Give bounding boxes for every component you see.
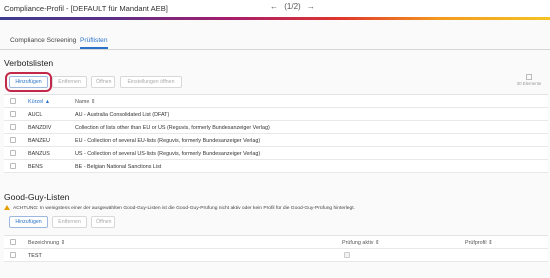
row-code: BENS [28, 164, 43, 170]
settings-button[interactable]: Einstellungen öffnen [120, 76, 182, 88]
sort-icon: ⇕ [374, 240, 380, 246]
pager-label: (1/2) [284, 2, 301, 11]
row-checkbox[interactable] [10, 124, 16, 130]
arrow-right-icon[interactable]: → [307, 2, 315, 11]
verbotslisten-table: Kürzel ▲ Name ⇕ AUCL AU - Australia Cons… [4, 94, 548, 173]
table-row[interactable]: BANZUS US - Collection of several US-lis… [4, 147, 548, 160]
window-title: Compliance-Profil - [DEFAULT für Mandant… [4, 4, 168, 13]
table-row[interactable]: TEST [4, 249, 548, 262]
goodguy-remove-button[interactable]: Entfernen [52, 216, 87, 228]
table-row[interactable]: AUCL AU - Australia Consolidated List (D… [4, 108, 548, 121]
table-row[interactable]: BENS BE - Belgian National Sanctions Lis… [4, 160, 548, 173]
select-all-checkbox[interactable] [10, 98, 16, 104]
brand-gradient-bar [0, 17, 550, 20]
table-row[interactable]: BANZDIV Collection of lists other than E… [4, 121, 548, 134]
column-header-active[interactable]: Prüfung aktiv ⇕ [342, 240, 380, 246]
row-name: AU - Australia Consolidated List (DFAT) [75, 112, 170, 118]
column-header-profile[interactable]: Prüfprofil ⇕ [465, 240, 493, 246]
row-name: Collection of lists other than EU or US … [75, 125, 270, 131]
column-header-name-label: Name [75, 99, 90, 105]
sort-icon: ⇕ [488, 240, 493, 246]
window-titlebar: Compliance-Profil - [DEFAULT für Mandant… [0, 0, 550, 17]
list-icon [526, 74, 532, 80]
section-title-goodguy: Good-Guy-Listen [4, 192, 70, 202]
row-checkbox[interactable] [10, 137, 16, 143]
arrow-left-icon[interactable]: ← [270, 2, 278, 11]
column-header-profile-text: Prüfprofil [465, 240, 487, 246]
row-code: AUCL [28, 112, 43, 118]
table-row[interactable]: BANZEU EU - Collection of several EU-lis… [4, 134, 548, 147]
row-name: EU - Collection of several EU-lists (Reg… [75, 138, 261, 144]
element-count: 30 Elemente [510, 74, 548, 89]
row-code: BANZUS [28, 151, 50, 157]
element-count-label: 30 Elemente [516, 81, 542, 86]
select-all-checkbox[interactable] [10, 239, 16, 245]
sort-asc-icon: ▲ [44, 99, 51, 105]
goodguy-add-button[interactable]: Hinzufügen [9, 216, 48, 228]
row-checkbox[interactable] [10, 163, 16, 169]
warning-text: ACHTUNG: In wenigstens einer der ausgewä… [13, 206, 355, 211]
column-header-label[interactable]: Bezeichnung ⇕ [28, 240, 65, 246]
column-header-code[interactable]: Kürzel ▲ [28, 99, 50, 105]
row-name: US - Collection of several US-lists (Reg… [75, 151, 261, 157]
record-pager: ← (1/2) → [268, 2, 317, 11]
sort-icon: ⇕ [60, 240, 66, 246]
sort-icon: ⇕ [90, 99, 96, 105]
row-code: BANZDIV [28, 125, 52, 131]
tab-compliance-screening[interactable]: Compliance Screening [10, 37, 76, 44]
row-checkbox[interactable] [10, 252, 16, 258]
section-title-verbotslisten: Verbotslisten [4, 58, 54, 68]
remove-button[interactable]: Entfernen [52, 76, 87, 88]
column-header-code-label: Kürzel [28, 99, 44, 105]
row-label: TEST [28, 253, 42, 259]
warning-message: ACHTUNG: In wenigstens einer der ausgewä… [4, 205, 548, 213]
table-header-row: Kürzel ▲ Name ⇕ [4, 95, 548, 108]
column-header-active-text: Prüfung aktiv [342, 240, 374, 246]
open-button[interactable]: Öffnen [91, 76, 115, 88]
table-header-row: Bezeichnung ⇕ Prüfung aktiv ⇕ Prüfprofil… [4, 236, 548, 249]
add-button[interactable]: Hinzufügen [5, 72, 52, 92]
column-header-label-text: Bezeichnung [28, 240, 60, 246]
tab-bar: Compliance Screening Prüflisten [0, 34, 550, 50]
goodguy-open-button[interactable]: Öffnen [91, 216, 115, 228]
row-checkbox[interactable] [10, 150, 16, 156]
tab-pruflisten[interactable]: Prüflisten [80, 37, 108, 49]
warning-icon [4, 205, 10, 210]
row-name: BE - Belgian National Sanctions List [75, 164, 162, 170]
row-active-checkbox[interactable] [344, 252, 350, 258]
column-header-name[interactable]: Name ⇕ [75, 99, 95, 105]
row-checkbox[interactable] [10, 111, 16, 117]
goodguy-table: Bezeichnung ⇕ Prüfung aktiv ⇕ Prüfprofil… [4, 235, 548, 262]
row-code: BANZEU [28, 138, 50, 144]
